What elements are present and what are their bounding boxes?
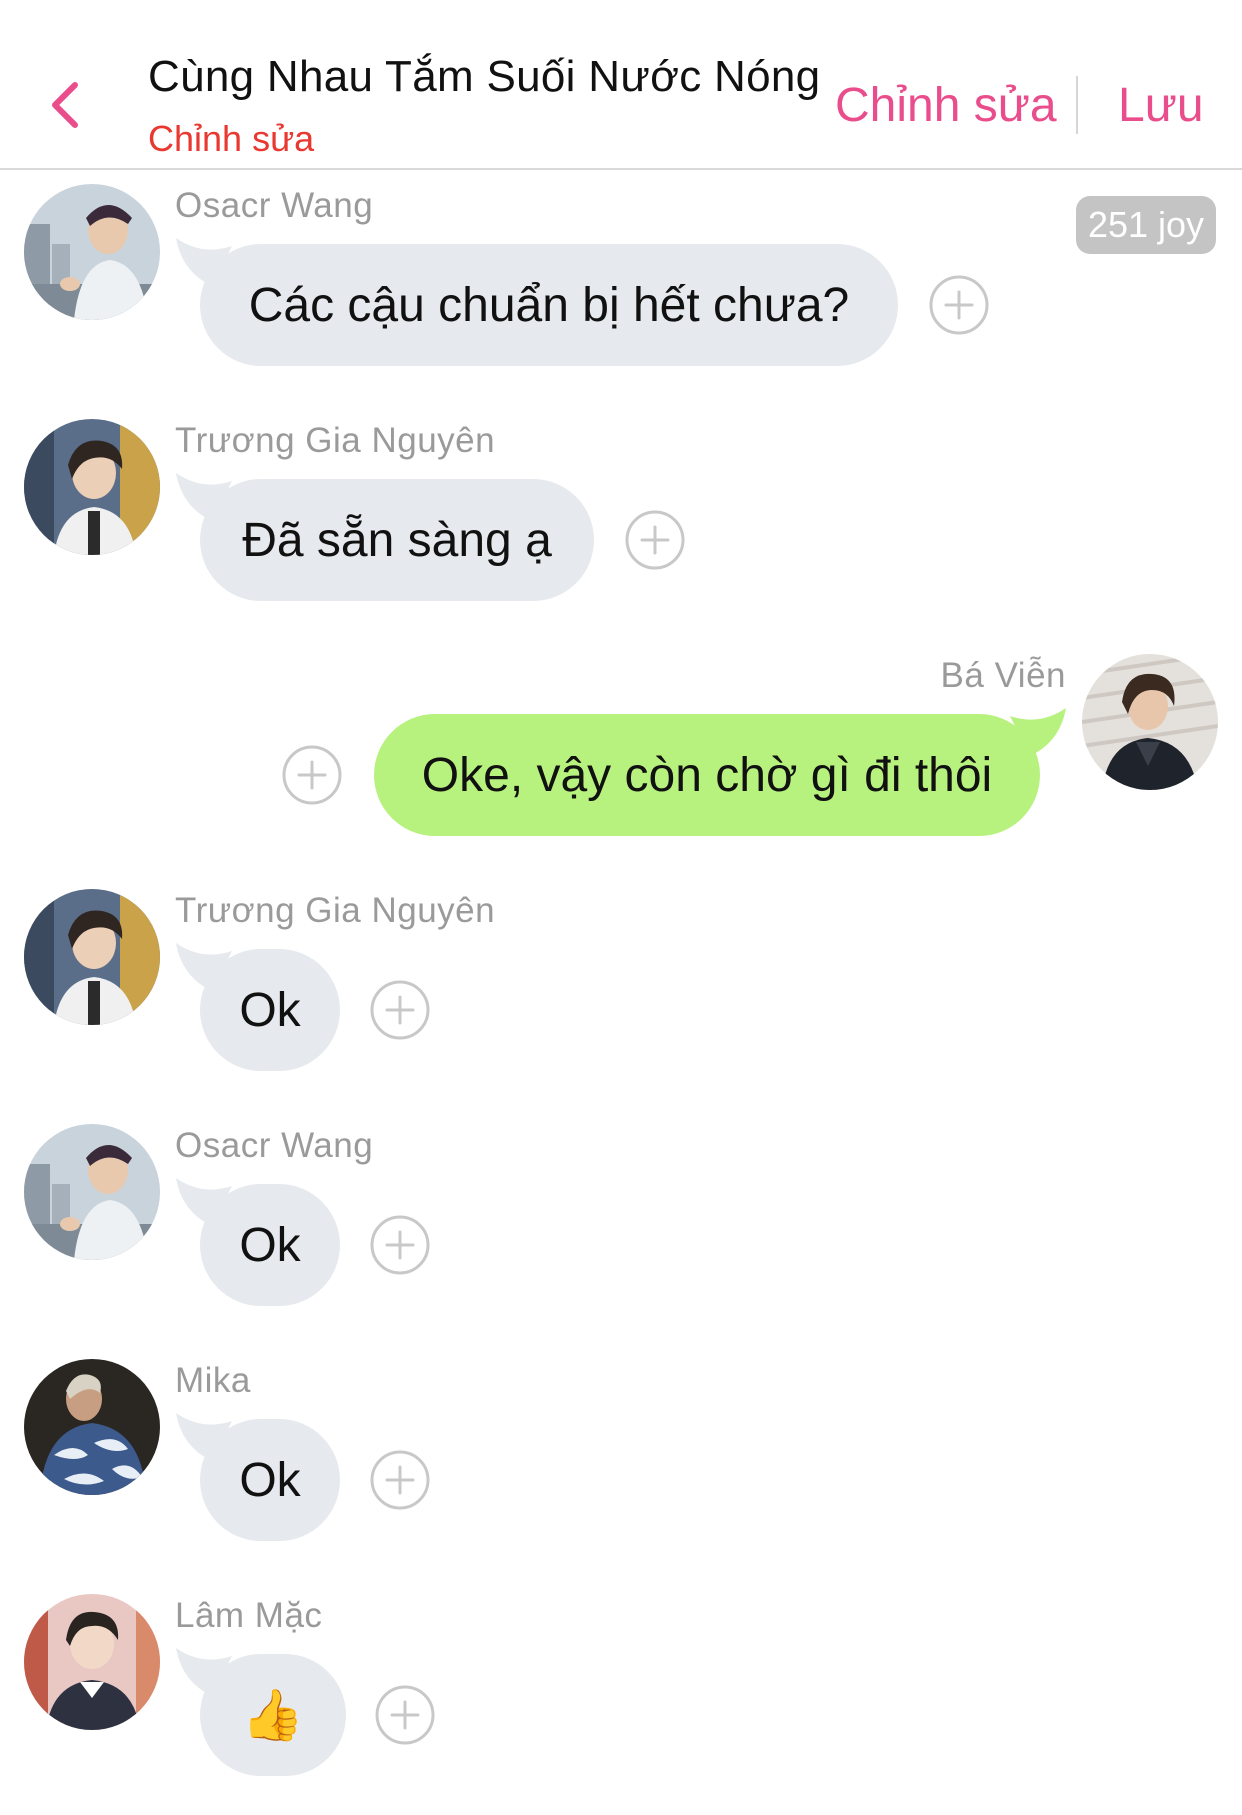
chevron-left-icon: [52, 82, 78, 128]
top-bar: Cùng Nhau Tắm Suối Nước Nóng Chỉnh sửa C…: [0, 0, 1242, 170]
message-row: Bá Viễn Oke, vậy còn chờ gì đi thôi: [0, 654, 1242, 854]
message-bubble: Đã sẵn sàng ạ: [200, 479, 594, 601]
add-reaction-button[interactable]: [370, 1450, 430, 1510]
avatar[interactable]: [24, 419, 160, 555]
add-reaction-button[interactable]: [282, 745, 342, 805]
save-button[interactable]: Lưu: [1118, 78, 1204, 133]
message-row: Mika Ok: [0, 1359, 1242, 1559]
add-reaction-button[interactable]: [375, 1685, 435, 1745]
message-bubble: 👍: [200, 1654, 346, 1776]
avatar[interactable]: [24, 184, 160, 320]
edit-button[interactable]: Chỉnh sửa: [835, 78, 1057, 133]
plus-circle-icon: [625, 510, 685, 570]
sender-name: Trương Gia Nguyên: [175, 891, 496, 930]
plus-circle-icon: [929, 275, 989, 335]
sender-name: Osacr Wang: [175, 1126, 374, 1165]
add-reaction-button[interactable]: [370, 1215, 430, 1275]
add-reaction-button[interactable]: [370, 980, 430, 1040]
chat-title: Cùng Nhau Tắm Suối Nước Nóng: [148, 52, 821, 101]
message-row: Trương Gia Nguyên Ok: [0, 889, 1242, 1089]
message-bubble: Ok: [200, 949, 340, 1071]
sender-name: Bá Viễn: [940, 656, 1066, 695]
sender-name: Trương Gia Nguyên: [175, 421, 496, 460]
avatar[interactable]: [1082, 654, 1218, 790]
message-bubble: Oke, vậy còn chờ gì đi thôi: [374, 714, 1040, 836]
plus-circle-icon: [370, 980, 430, 1040]
message-bubble: Ok: [200, 1184, 340, 1306]
avatar[interactable]: [24, 1359, 160, 1495]
plus-circle-icon: [370, 1450, 430, 1510]
add-reaction-button[interactable]: [929, 275, 989, 335]
message-row: Osacr Wang Các cậu chuẩn bị hết chưa?: [0, 184, 1242, 384]
plus-circle-icon: [370, 1215, 430, 1275]
message-bubble: Các cậu chuẩn bị hết chưa?: [200, 244, 898, 366]
avatar[interactable]: [24, 889, 160, 1025]
chat-screen: Cùng Nhau Tắm Suối Nước Nóng Chỉnh sửa C…: [0, 0, 1242, 1815]
message-row: Lâm Mặc 👍: [0, 1594, 1242, 1794]
subtitle-edit-link[interactable]: Chỉnh sửa: [148, 118, 314, 160]
sender-name: Mika: [175, 1361, 251, 1400]
message-bubble: Ok: [200, 1419, 340, 1541]
sender-name: Osacr Wang: [175, 186, 374, 225]
plus-circle-icon: [282, 745, 342, 805]
avatar[interactable]: [24, 1124, 160, 1260]
sender-name: Lâm Mặc: [175, 1596, 323, 1635]
message-row: Osacr Wang Ok: [0, 1124, 1242, 1324]
thumbs-up-icon: 👍: [241, 1687, 305, 1743]
message-row: Trương Gia Nguyên Đã sẵn sàng ạ: [0, 419, 1242, 619]
header-divider: [1076, 76, 1078, 134]
avatar[interactable]: [24, 1594, 160, 1730]
add-reaction-button[interactable]: [625, 510, 685, 570]
back-button[interactable]: [40, 70, 90, 140]
plus-circle-icon: [375, 1685, 435, 1745]
